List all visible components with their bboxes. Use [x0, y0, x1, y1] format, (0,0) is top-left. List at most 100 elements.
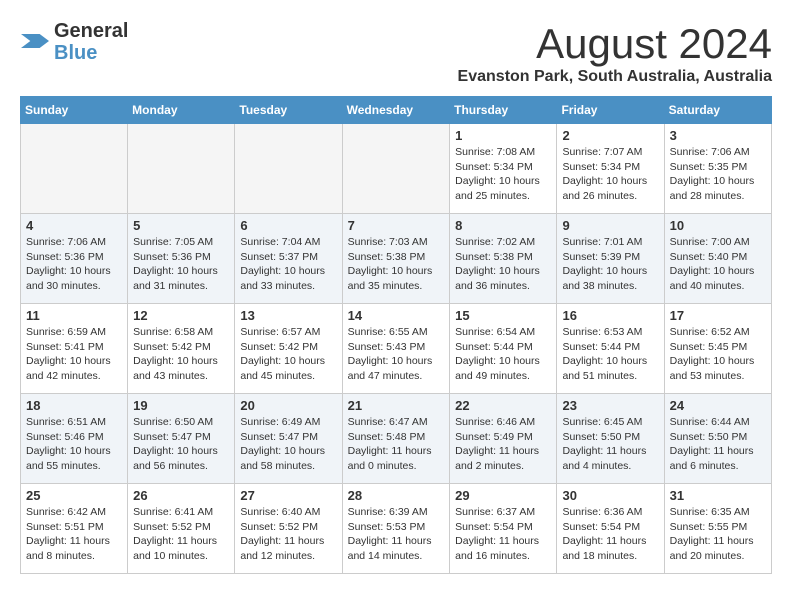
page-header: General Blue August 2024 Evanston Park, … [20, 20, 772, 86]
day-number: 30 [562, 488, 658, 503]
day-info: Sunrise: 7:06 AMSunset: 5:35 PMDaylight:… [670, 145, 766, 204]
calendar-cell: 1 Sunrise: 7:08 AMSunset: 5:34 PMDaylight… [450, 124, 557, 214]
calendar-cell [128, 124, 235, 214]
day-header-tuesday: Tuesday [235, 97, 342, 124]
day-number: 21 [348, 398, 445, 413]
day-info: Sunrise: 6:41 AMSunset: 5:52 PMDaylight:… [133, 505, 229, 564]
day-info: Sunrise: 6:39 AMSunset: 5:53 PMDaylight:… [348, 505, 445, 564]
calendar-cell: 13 Sunrise: 6:57 AMSunset: 5:42 PMDayligh… [235, 304, 342, 394]
day-number: 16 [562, 308, 658, 323]
day-info: Sunrise: 6:47 AMSunset: 5:48 PMDaylight:… [348, 415, 445, 474]
day-info: Sunrise: 7:00 AMSunset: 5:40 PMDaylight:… [670, 235, 766, 294]
day-info: Sunrise: 6:44 AMSunset: 5:50 PMDaylight:… [670, 415, 766, 474]
calendar-cell: 24Sunrise: 6:44 AMSunset: 5:50 PMDayligh… [664, 394, 771, 484]
day-header-saturday: Saturday [664, 97, 771, 124]
day-number: 31 [670, 488, 766, 503]
logo: General Blue [20, 20, 128, 64]
day-header-monday: Monday [128, 97, 235, 124]
calendar-cell [235, 124, 342, 214]
day-info: Sunrise: 7:04 AMSunset: 5:37 PMDaylight:… [240, 235, 336, 294]
calendar-cell: 19 Sunrise: 6:50 AMSunset: 5:47 PMDayligh… [128, 394, 235, 484]
day-info: Sunrise: 6:51 AMSunset: 5:46 PMDaylight:… [26, 415, 122, 474]
calendar-cell: 27Sunrise: 6:40 AMSunset: 5:52 PMDayligh… [235, 484, 342, 574]
day-number: 11 [26, 308, 122, 323]
day-info: Sunrise: 7:05 AMSunset: 5:36 PMDaylight:… [133, 235, 229, 294]
calendar-cell: 21 Sunrise: 6:47 AMSunset: 5:48 PMDayligh… [342, 394, 450, 484]
day-number: 17 [670, 308, 766, 323]
day-number: 1 [455, 128, 551, 143]
calendar-cell: 11Sunrise: 6:59 AMSunset: 5:41 PMDayligh… [21, 304, 128, 394]
calendar-cell: 3 Sunrise: 7:06 AMSunset: 5:35 PMDaylight… [664, 124, 771, 214]
calendar-cell: 12Sunrise: 6:58 AMSunset: 5:42 PMDayligh… [128, 304, 235, 394]
day-number: 28 [348, 488, 445, 503]
logo-general: General [54, 20, 128, 42]
calendar-cell: 8 Sunrise: 7:02 AMSunset: 5:38 PMDaylight… [450, 214, 557, 304]
calendar-cell: 5Sunrise: 7:05 AMSunset: 5:36 PMDaylight… [128, 214, 235, 304]
logo-text-group: General Blue [54, 20, 128, 64]
day-info: Sunrise: 7:02 AMSunset: 5:38 PMDaylight:… [455, 235, 551, 294]
day-number: 14 [348, 308, 445, 323]
day-number: 29 [455, 488, 551, 503]
calendar-cell: 23 Sunrise: 6:45 AMSunset: 5:50 PMDayligh… [557, 394, 664, 484]
day-number: 7 [348, 218, 445, 233]
day-number: 3 [670, 128, 766, 143]
calendar-cell: 31 Sunrise: 6:35 AMSunset: 5:55 PMDayligh… [664, 484, 771, 574]
calendar-cell: 14 Sunrise: 6:55 AMSunset: 5:43 PMDayligh… [342, 304, 450, 394]
location-title: Evanston Park, South Australia, Australi… [458, 68, 772, 86]
day-info: Sunrise: 7:08 AMSunset: 5:34 PMDaylight:… [455, 145, 551, 204]
day-info: Sunrise: 6:46 AMSunset: 5:49 PMDaylight:… [455, 415, 551, 474]
day-number: 4 [26, 218, 122, 233]
calendar-cell [21, 124, 128, 214]
calendar-cell: 26 Sunrise: 6:41 AMSunset: 5:52 PMDayligh… [128, 484, 235, 574]
day-info: Sunrise: 7:06 AMSunset: 5:36 PMDaylight:… [26, 235, 122, 294]
day-info: Sunrise: 6:54 AMSunset: 5:44 PMDaylight:… [455, 325, 551, 384]
calendar-cell [342, 124, 450, 214]
day-number: 26 [133, 488, 229, 503]
day-info: Sunrise: 6:35 AMSunset: 5:55 PMDaylight:… [670, 505, 766, 564]
logo-icon [20, 34, 50, 48]
day-number: 23 [562, 398, 658, 413]
calendar-cell: 25Sunrise: 6:42 AMSunset: 5:51 PMDayligh… [21, 484, 128, 574]
day-header-thursday: Thursday [450, 97, 557, 124]
day-info: Sunrise: 7:03 AMSunset: 5:38 PMDaylight:… [348, 235, 445, 294]
day-info: Sunrise: 6:36 AMSunset: 5:54 PMDaylight:… [562, 505, 658, 564]
day-number: 18 [26, 398, 122, 413]
calendar-cell: 15 Sunrise: 6:54 AMSunset: 5:44 PMDayligh… [450, 304, 557, 394]
calendar-row-3: 11Sunrise: 6:59 AMSunset: 5:41 PMDayligh… [21, 304, 772, 394]
day-number: 2 [562, 128, 658, 143]
day-number: 6 [240, 218, 336, 233]
day-number: 19 [133, 398, 229, 413]
day-info: Sunrise: 6:52 AMSunset: 5:45 PMDaylight:… [670, 325, 766, 384]
day-info: Sunrise: 6:37 AMSunset: 5:54 PMDaylight:… [455, 505, 551, 564]
month-title: August 2024 [458, 20, 772, 68]
calendar-cell: 28 Sunrise: 6:39 AMSunset: 5:53 PMDayligh… [342, 484, 450, 574]
day-number: 20 [240, 398, 336, 413]
day-info: Sunrise: 6:50 AMSunset: 5:47 PMDaylight:… [133, 415, 229, 474]
calendar-row-5: 25Sunrise: 6:42 AMSunset: 5:51 PMDayligh… [21, 484, 772, 574]
title-section: August 2024 Evanston Park, South Austral… [458, 20, 772, 86]
calendar-row-2: 4 Sunrise: 7:06 AMSunset: 5:36 PMDaylight… [21, 214, 772, 304]
calendar-cell: 6 Sunrise: 7:04 AMSunset: 5:37 PMDaylight… [235, 214, 342, 304]
day-number: 12 [133, 308, 229, 323]
day-info: Sunrise: 6:55 AMSunset: 5:43 PMDaylight:… [348, 325, 445, 384]
calendar-cell: 30 Sunrise: 6:36 AMSunset: 5:54 PMDayligh… [557, 484, 664, 574]
calendar-header-row: SundayMondayTuesdayWednesdayThursdayFrid… [21, 97, 772, 124]
logo-blue: Blue [54, 42, 97, 64]
day-info: Sunrise: 6:45 AMSunset: 5:50 PMDaylight:… [562, 415, 658, 474]
day-info: Sunrise: 7:07 AMSunset: 5:34 PMDaylight:… [562, 145, 658, 204]
day-number: 10 [670, 218, 766, 233]
day-info: Sunrise: 6:40 AMSunset: 5:52 PMDaylight:… [240, 505, 336, 564]
day-info: Sunrise: 6:57 AMSunset: 5:42 PMDaylight:… [240, 325, 336, 384]
calendar-cell: 2 Sunrise: 7:07 AMSunset: 5:34 PMDaylight… [557, 124, 664, 214]
day-number: 13 [240, 308, 336, 323]
calendar-cell: 18 Sunrise: 6:51 AMSunset: 5:46 PMDayligh… [21, 394, 128, 484]
calendar-cell: 7 Sunrise: 7:03 AMSunset: 5:38 PMDaylight… [342, 214, 450, 304]
day-info: Sunrise: 6:42 AMSunset: 5:51 PMDaylight:… [26, 505, 122, 564]
calendar-cell: 17 Sunrise: 6:52 AMSunset: 5:45 PMDayligh… [664, 304, 771, 394]
calendar-table: SundayMondayTuesdayWednesdayThursdayFrid… [20, 96, 772, 574]
calendar-cell: 16Sunrise: 6:53 AMSunset: 5:44 PMDayligh… [557, 304, 664, 394]
day-number: 8 [455, 218, 551, 233]
day-number: 15 [455, 308, 551, 323]
calendar-cell: 10 Sunrise: 7:00 AMSunset: 5:40 PMDayligh… [664, 214, 771, 304]
day-header-wednesday: Wednesday [342, 97, 450, 124]
